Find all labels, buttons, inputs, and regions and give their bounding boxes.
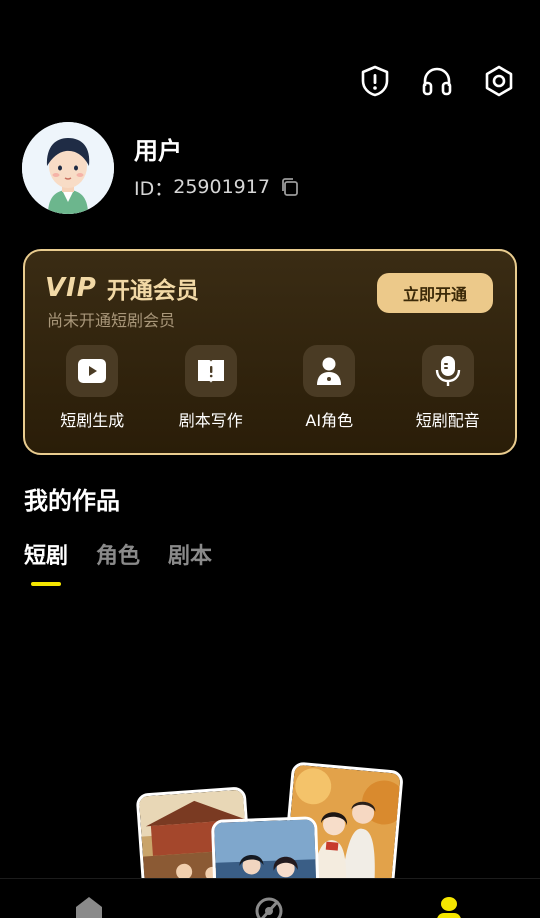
avatar[interactable]	[22, 122, 114, 214]
my-works-title: 我的作品	[24, 487, 120, 515]
book-icon	[184, 345, 237, 397]
feature-drama-dubbing[interactable]: 短剧配音	[396, 345, 500, 431]
activate-vip-button[interactable]: 立即开通	[377, 273, 493, 313]
tab-short-drama[interactable]: 短剧	[24, 538, 69, 586]
user-id-value: 25901917	[173, 176, 270, 198]
profile-info: 用户 ID： 25901917	[134, 136, 300, 201]
user-id-row: ID： 25901917	[134, 174, 300, 201]
feature-drama-generate[interactable]: 短剧生成	[40, 345, 144, 431]
active-tab-indicator	[31, 582, 61, 586]
home-icon[interactable]	[74, 895, 104, 918]
profile-section: 用户 ID： 25901917	[22, 122, 300, 214]
tab-label: 剧本	[168, 544, 213, 569]
vip-subtitle: 尚未开通短剧会员	[47, 311, 176, 330]
drama-poster-fantasy	[210, 816, 322, 878]
username: 用户	[134, 136, 182, 165]
feature-script-writing[interactable]: 剧本写作	[159, 345, 263, 431]
feature-label: AI角色	[305, 411, 354, 430]
microphone-icon	[421, 345, 474, 397]
tab-script[interactable]: 剧本	[168, 538, 212, 580]
vip-title: 开通会员	[106, 278, 199, 304]
copy-icon[interactable]	[280, 177, 300, 197]
feature-label: 短剧生成	[60, 411, 125, 430]
empty-state-illustration	[0, 760, 540, 878]
user-id-label: ID：	[134, 177, 174, 200]
vip-header: VIP 开通会员	[45, 271, 199, 305]
feature-ai-character[interactable]: AI角色	[277, 345, 381, 431]
explore-icon[interactable]	[254, 895, 284, 918]
vip-features: 短剧生成 剧本写作 AI角色 短剧配音	[25, 345, 515, 431]
tab-label: 角色	[96, 544, 141, 569]
profile-icon[interactable]	[434, 895, 464, 918]
video-play-icon	[66, 345, 119, 397]
works-tabs: 短剧 角色 剧本	[24, 538, 212, 586]
headset-icon[interactable]	[420, 64, 454, 98]
bottom-nav	[0, 878, 540, 918]
tab-label: 短剧	[24, 544, 69, 569]
feature-label: 剧本写作	[178, 411, 243, 430]
vip-logo: VIP	[45, 273, 97, 303]
vip-card: VIP 开通会员 尚未开通短剧会员 立即开通 短剧生成 剧本写作 AI角色 短剧…	[23, 249, 517, 455]
settings-hex-icon[interactable]	[482, 64, 516, 98]
person-icon	[303, 345, 356, 397]
tab-character[interactable]: 角色	[96, 538, 140, 580]
shield-alert-icon[interactable]	[358, 64, 392, 98]
feature-label: 短剧配音	[415, 411, 480, 430]
header-actions	[358, 64, 516, 98]
